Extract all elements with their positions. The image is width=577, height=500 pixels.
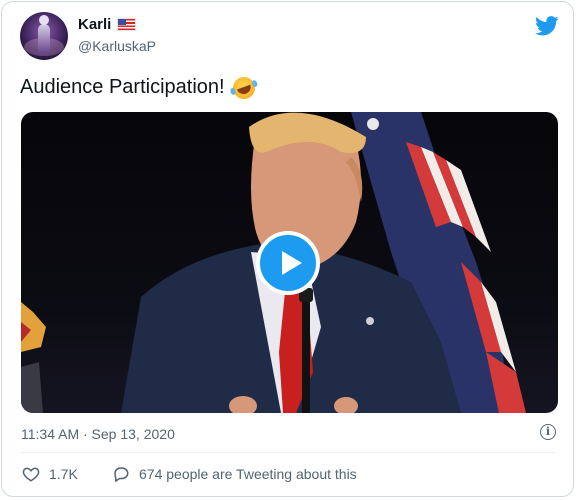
author-name-row[interactable]: Karli xyxy=(78,16,137,33)
likes-count: 1.7K xyxy=(49,466,78,482)
like-button[interactable]: 1.7K xyxy=(22,465,78,483)
divider xyxy=(21,452,555,453)
tweet-timestamp[interactable]: 11:34 AM · Sep 13, 2020 xyxy=(21,426,175,442)
tweet-card[interactable]: Karli @KarluskaP Audience Participation! xyxy=(1,1,574,497)
play-button[interactable] xyxy=(256,231,320,295)
reply-text: 674 people are Tweeting about this xyxy=(139,466,357,482)
author-handle[interactable]: @KarluskaP xyxy=(78,38,156,54)
author-name[interactable]: Karli xyxy=(78,16,111,33)
video-player[interactable] xyxy=(21,112,558,413)
avatar-figure xyxy=(38,15,50,52)
play-icon xyxy=(282,251,302,275)
rolling-on-floor-laughing-icon xyxy=(229,73,258,102)
heart-icon xyxy=(22,467,40,482)
info-icon[interactable]: i xyxy=(540,424,556,440)
speech-bubble-icon xyxy=(114,467,129,482)
us-flag-icon xyxy=(117,18,137,31)
avatar[interactable] xyxy=(20,12,68,60)
twitter-bird-icon[interactable] xyxy=(535,16,559,36)
reply-link[interactable]: 674 people are Tweeting about this xyxy=(112,465,357,483)
tweet-text-row: Audience Participation! xyxy=(20,73,258,102)
tweet-text: Audience Participation! xyxy=(20,76,225,98)
